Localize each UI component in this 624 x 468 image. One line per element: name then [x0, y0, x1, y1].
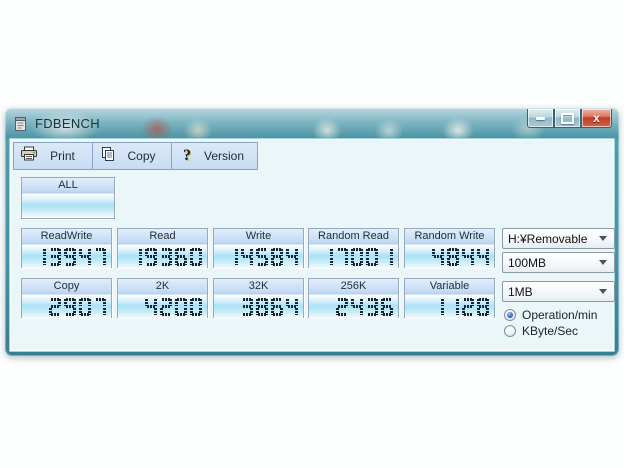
gauge-all: ALL	[21, 177, 115, 219]
gauge-display	[309, 295, 398, 318]
gauge-all-label: ALL	[22, 178, 114, 194]
maximize-icon	[561, 113, 574, 124]
radio-kbyte-per-sec[interactable]: KByte/Sec	[504, 323, 578, 338]
gauge-write: Write	[213, 228, 304, 268]
radio-selected-icon	[504, 309, 516, 321]
gauge-label: Write	[214, 229, 303, 245]
gauge-display	[22, 295, 111, 318]
lcd-value	[226, 248, 298, 266]
gauge-display	[405, 295, 494, 318]
desktop-background: FDBENCH x	[0, 0, 624, 468]
minimize-button[interactable]	[527, 109, 554, 128]
gauge-random-read: Random Read	[308, 228, 399, 268]
fdbench-app-icon	[13, 116, 29, 132]
caption-buttons: x	[527, 109, 612, 128]
gauge-display	[118, 245, 207, 268]
lcd-value	[34, 248, 106, 266]
gauge-read: Read	[117, 228, 208, 268]
gauge-readwrite: ReadWrite	[21, 228, 112, 268]
question-mark-icon: ?	[177, 147, 197, 165]
total-size-select[interactable]: 100MB	[502, 252, 615, 273]
lcd-value	[336, 298, 393, 316]
lcd-value	[145, 298, 202, 316]
gauge-label: 256K	[309, 279, 398, 295]
print-button[interactable]: Print	[14, 143, 93, 169]
drive-select-value: H:¥Removable	[503, 232, 599, 246]
gauge-label: 2K	[118, 279, 207, 295]
gauge-display	[118, 295, 207, 318]
version-button[interactable]: ? Version	[172, 143, 257, 169]
client-area: Print Copy ?	[9, 138, 615, 352]
gauge-2k: 2K	[117, 278, 208, 318]
gauge-256k: 256K	[308, 278, 399, 318]
chevron-down-icon	[599, 289, 607, 294]
gauge-random-write: Random Write	[404, 228, 495, 268]
gauge-label: Random Read	[309, 229, 398, 245]
gauge-all-display	[22, 194, 114, 217]
copy-button[interactable]: Copy	[93, 143, 172, 169]
block-size-value: 1MB	[503, 285, 599, 299]
lcd-value	[321, 248, 393, 266]
chevron-down-icon	[599, 236, 607, 241]
lcd-value	[49, 298, 106, 316]
close-button[interactable]: x	[581, 109, 612, 128]
gauge-32k: 32K	[213, 278, 304, 318]
drive-select[interactable]: H:¥Removable	[502, 228, 615, 249]
total-size-value: 100MB	[503, 256, 599, 270]
copy-icon	[98, 146, 118, 167]
printer-icon	[19, 146, 39, 166]
radio-unselected-icon	[504, 325, 516, 337]
lcd-value	[432, 248, 489, 266]
gauge-label: ReadWrite	[22, 229, 111, 245]
lcd-value	[130, 248, 202, 266]
gauge-label: Copy	[22, 279, 111, 295]
gauge-display	[405, 245, 494, 268]
gauge-copy: Copy	[21, 278, 112, 318]
maximize-button[interactable]	[554, 109, 581, 128]
gauge-label: 32K	[214, 279, 303, 295]
lcd-value	[241, 298, 298, 316]
gauge-label: Random Write	[405, 229, 494, 245]
chevron-down-icon	[599, 260, 607, 265]
fdbench-window: FDBENCH x	[5, 108, 619, 356]
gauge-display	[22, 245, 111, 268]
gauge-label: Variable	[405, 279, 494, 295]
print-label: Print	[39, 149, 92, 163]
minimize-icon	[536, 117, 545, 120]
gauge-display	[214, 245, 303, 268]
close-icon: x	[593, 112, 600, 124]
radio-label: Operation/min	[522, 308, 597, 322]
version-label: Version	[197, 149, 257, 163]
gauge-label: Read	[118, 229, 207, 245]
gauge-variable: Variable	[404, 278, 495, 318]
lcd-value	[432, 298, 489, 316]
radio-operation-per-min[interactable]: Operation/min	[504, 307, 597, 322]
block-size-select[interactable]: 1MB	[502, 281, 615, 302]
window-title: FDBENCH	[35, 116, 100, 131]
toolbar: Print Copy ?	[13, 142, 258, 170]
gauge-display	[214, 295, 303, 318]
radio-label: KByte/Sec	[522, 324, 578, 338]
gauge-display	[309, 245, 398, 268]
copy-label: Copy	[118, 149, 171, 163]
